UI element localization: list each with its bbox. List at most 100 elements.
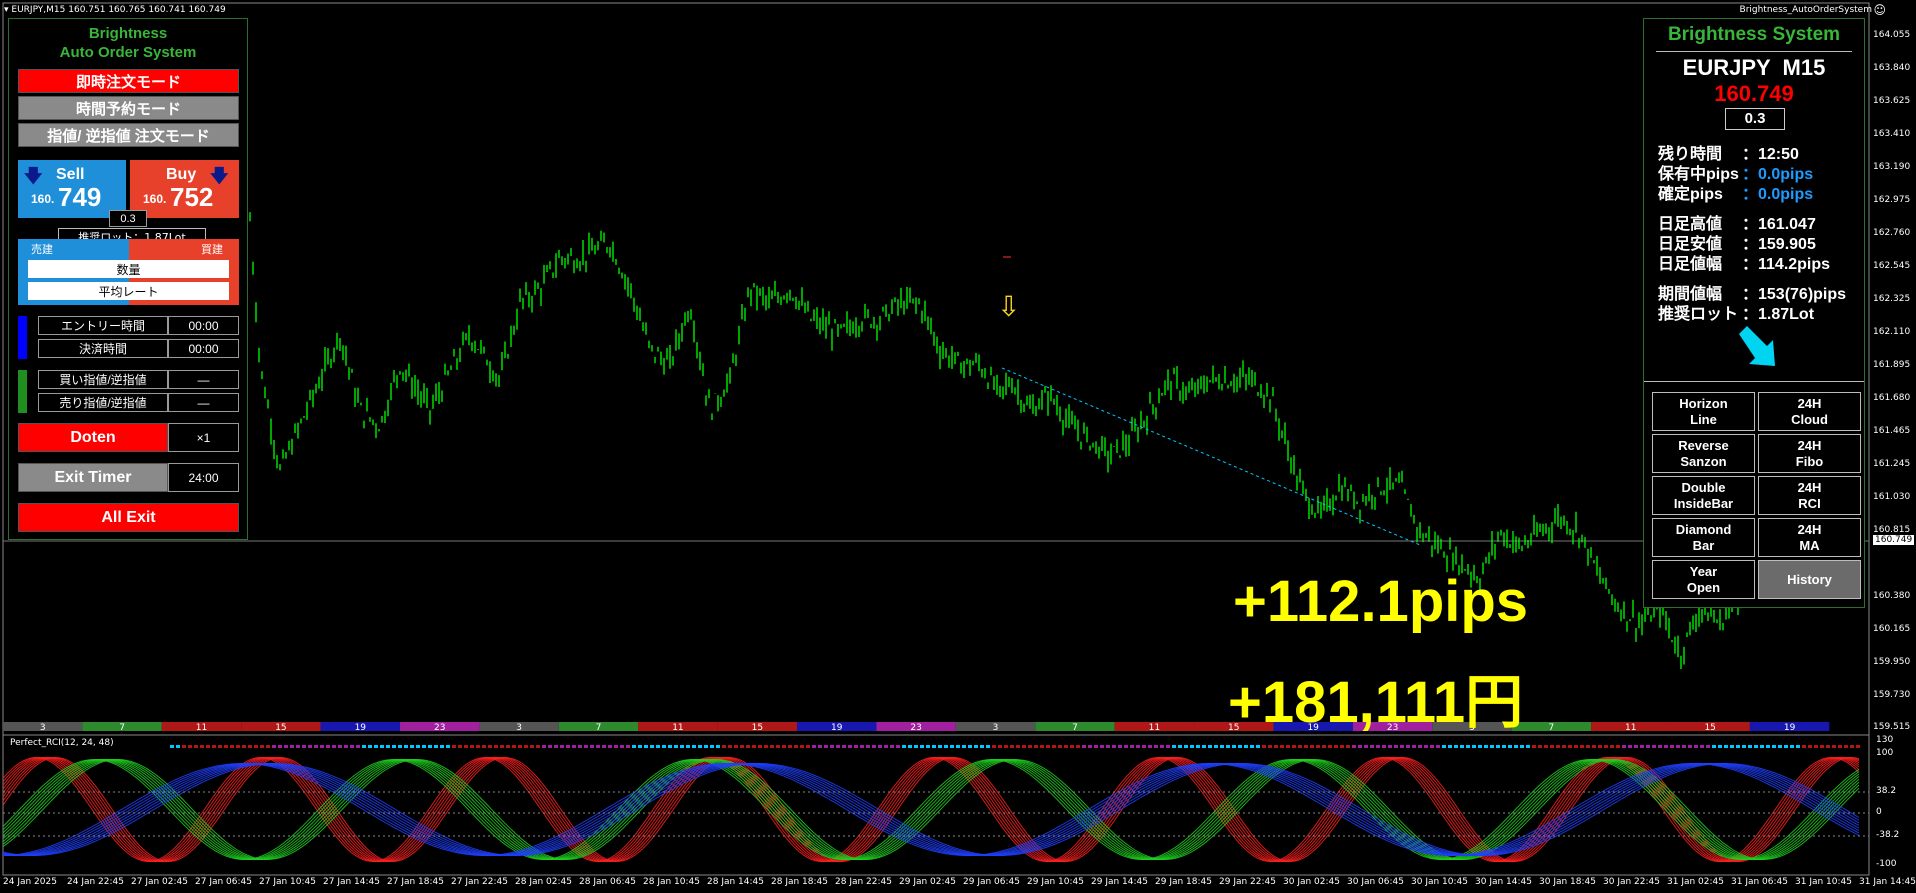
rci-signal-dot [1082, 745, 1086, 748]
instant-order-mode-button[interactable]: 即時注文モード [18, 69, 239, 93]
chart-frame [2, 2, 1870, 876]
time-axis-label: 24 Jan 2025 [3, 877, 57, 887]
rci-signal-dot [1640, 745, 1644, 748]
rci-signal-dot [1748, 745, 1752, 748]
rci-signal-dot [632, 745, 636, 748]
recommended-lot-label: 推奨ロット [1658, 306, 1739, 323]
rci-signal-dot [602, 745, 606, 748]
tool-button-line1: Reverse [1678, 437, 1729, 453]
lot-display[interactable]: 0.3 [1725, 108, 1785, 130]
rci-signal-dot [1076, 745, 1080, 748]
rci-signal-dot [1646, 745, 1650, 748]
tool-button-reverse-sanzon[interactable]: Reverse Sanzon [1652, 434, 1755, 473]
exit-time-label: 決済時間 [38, 339, 168, 358]
rci-level-label: -38.2 [1876, 830, 1900, 840]
tool-button-24h-fibo[interactable]: 24H Fibo [1758, 434, 1861, 473]
rci-signal-dot [1184, 745, 1188, 748]
rci-signal-dot [524, 745, 528, 748]
tool-button-24h-rci[interactable]: 24H RCI [1758, 476, 1861, 515]
rci-signal-dot [932, 745, 936, 748]
all-exit-button[interactable]: All Exit [18, 503, 239, 532]
sell-limit-value[interactable]: — [168, 393, 239, 412]
rci-signal-dot [224, 745, 228, 748]
rci-signal-dot [1766, 745, 1770, 748]
price-chart[interactable]: ⇩3 7 11 15 19 23 3 7 11 15 19 23 3 7 11 15 19 23 3 7 11 15 19 [0, 0, 1916, 893]
doten-multiplier[interactable]: ×1 [168, 423, 239, 452]
rci-signal-dot [1694, 745, 1698, 748]
rci-signal-dot [584, 745, 588, 748]
current-price-tag: 160.749 [1873, 535, 1915, 545]
rci-signal-dot [362, 745, 366, 748]
tool-button-history[interactable]: History [1758, 560, 1861, 599]
time-axis-label: 31 Jan 10:45 [1795, 877, 1852, 887]
rci-signal-dot [1604, 745, 1608, 748]
rci-signal-dot [1814, 745, 1818, 748]
time-axis-label: 28 Jan 02:45 [515, 877, 572, 887]
session-label: 7 [119, 723, 125, 733]
symbol-label: EURJPY M15 [1682, 55, 1826, 80]
lot-input[interactable]: 0.3 [109, 210, 147, 227]
rci-signal-dot [434, 745, 438, 748]
tool-button-line2: Cloud [1791, 411, 1828, 427]
rci-signal-dot [716, 745, 720, 748]
buttons-divider [1644, 381, 1864, 382]
rci-signal-dot [878, 745, 882, 748]
time-axis-label: 31 Jan 06:45 [1731, 877, 1788, 887]
rci-signal-dot [1106, 745, 1110, 748]
time-axis-label: 28 Jan 22:45 [835, 877, 892, 887]
rci-signal-dot [944, 745, 948, 748]
rci-signal-dot [1370, 745, 1374, 748]
buy-price: 752 [170, 182, 214, 212]
rci-signal-dot [1442, 745, 1446, 748]
rci-signal-dot [740, 745, 744, 748]
session-label: 23 [910, 723, 921, 733]
buy-limit-value[interactable]: — [168, 370, 239, 389]
rci-signal-dot [680, 745, 684, 748]
tool-button-double-insidebar[interactable]: Double InsideBar [1652, 476, 1755, 515]
profit-yen-text: +181,111円 [1228, 670, 1524, 735]
rci-signal-dot [1808, 745, 1812, 748]
rci-signal-dot [1310, 745, 1314, 748]
rci-signal-dot [1376, 745, 1380, 748]
rci-signal-dot [854, 745, 858, 748]
entry-arrow-icon: ⇩ [997, 290, 1020, 323]
rci-signal-dot [344, 745, 348, 748]
rci-signal-dot [1796, 745, 1800, 748]
price-axis-label: 161.030 [1873, 492, 1911, 502]
rci-signal-dot [668, 745, 672, 748]
price-axis-label: 164.055 [1873, 30, 1911, 40]
tool-button-year-open[interactable]: Year Open [1652, 560, 1755, 599]
rci-signal-dot [746, 745, 750, 748]
rci-signal-dot [1676, 745, 1680, 748]
tool-button-horizon-line[interactable]: Horizon Line [1652, 392, 1755, 431]
exit-timer-value[interactable]: 24:00 [168, 463, 239, 492]
limit-order-mode-button[interactable]: 指値/ 逆指値 注文モード [18, 123, 239, 147]
tool-button-24h-ma[interactable]: 24H MA [1758, 518, 1861, 557]
entry-time-label: エントリー時間 [38, 316, 168, 335]
doten-button[interactable]: Doten [18, 423, 168, 452]
tool-button-24h-cloud[interactable]: 24H Cloud [1758, 392, 1861, 431]
price-axis-label: 162.975 [1873, 195, 1911, 205]
time-order-mode-button[interactable]: 時間予約モード [18, 96, 239, 120]
tool-button-diamond-bar[interactable]: Diamond Bar [1652, 518, 1755, 557]
rci-signal-dot [1250, 745, 1254, 748]
entry-time-value[interactable]: 00:00 [168, 316, 239, 335]
rci-signal-dot [1166, 745, 1170, 748]
rci-level-label: 100 [1876, 748, 1894, 758]
price-axis-label: 161.465 [1873, 426, 1911, 436]
exit-time-value[interactable]: 00:00 [168, 339, 239, 358]
rci-signal-dot [884, 745, 888, 748]
rci-signal-dot [1178, 745, 1182, 748]
rci-signal-dot [1040, 745, 1044, 748]
rci-signal-dot [236, 745, 240, 748]
rci-signal-dot [266, 745, 270, 748]
time-axis-label: 30 Jan 22:45 [1603, 877, 1660, 887]
exit-timer-button[interactable]: Exit Timer [18, 463, 168, 492]
rci-signal-dot [1364, 745, 1368, 748]
rci-signal-dot [1610, 745, 1614, 748]
title-divider [1656, 51, 1852, 52]
rci-signal-dot [554, 745, 558, 748]
rci-signal-dot [1142, 745, 1146, 748]
sell-price: 749 [58, 182, 102, 212]
smiley-icon[interactable]: ☺ [1873, 3, 1886, 17]
